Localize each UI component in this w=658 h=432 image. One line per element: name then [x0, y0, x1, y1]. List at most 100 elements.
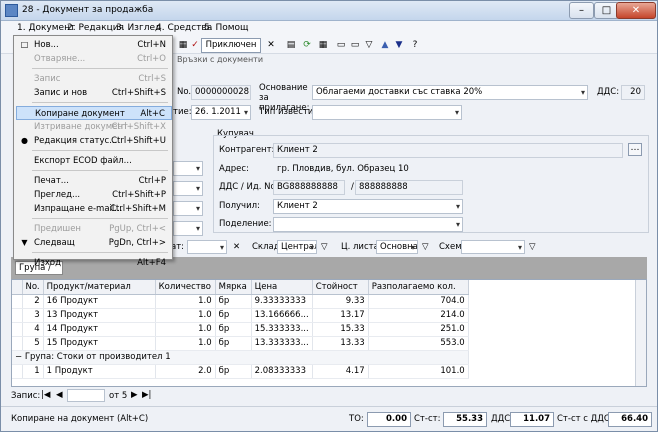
cell-unit[interactable]: бр	[215, 322, 252, 337]
cell-available[interactable]: 704.0	[368, 294, 469, 309]
cell-quantity[interactable]: 1.0	[155, 294, 216, 309]
cell-quantity[interactable]: 1.0	[155, 308, 216, 323]
cell-no[interactable]: 2	[22, 294, 44, 309]
left-combo-3[interactable]	[173, 201, 203, 216]
date-field[interactable]: 26. 1.2011	[191, 105, 251, 120]
table-row[interactable]: 4 14 Продукт 1.0 бр 15.333333... 15.33 251.0	[12, 322, 469, 337]
finished-button[interactable]: Приключен	[201, 38, 261, 53]
cell-quantity[interactable]: 2.0	[155, 364, 216, 379]
grid-scrollbar[interactable]	[635, 280, 646, 386]
menu-item[interactable]: Предишен PgUp, Ctrl+<	[16, 222, 172, 236]
left-combo-4[interactable]	[173, 221, 203, 236]
contractor-browse-button[interactable]: …	[628, 143, 642, 156]
table-row[interactable]: 5 15 Продукт 1.0 бр 13.333333... 13.33 553.0	[12, 336, 469, 351]
menu-item[interactable]: Преглед... Ctrl+Shift+P	[16, 188, 172, 202]
doc-icon[interactable]: ▦	[177, 39, 189, 51]
cell-product[interactable]: 14 Продукт	[43, 322, 156, 337]
table-row[interactable]: 11 Продукт 2.0 бр 2.08333333 4.17 101.0	[12, 364, 469, 379]
last-record-icon[interactable]: ▶|	[142, 390, 151, 400]
cell-quantity[interactable]: 1.0	[155, 322, 216, 337]
arrow-up-icon[interactable]: ▲	[379, 39, 391, 51]
menu-item[interactable]: Експорт ECOD файл...	[16, 154, 172, 168]
col-price[interactable]: Цена	[251, 280, 313, 295]
minimize-button[interactable]: –	[569, 2, 594, 19]
tab-doc-links[interactable]: Връзки с документи	[177, 55, 263, 64]
clear-icon[interactable]: ✕	[233, 242, 240, 252]
at-field[interactable]	[187, 240, 227, 254]
left-combo-1[interactable]	[173, 161, 203, 176]
cell-available[interactable]: 101.0	[368, 364, 469, 379]
division-field[interactable]	[273, 217, 463, 232]
cell-unit[interactable]: бр	[215, 294, 252, 309]
basis-field[interactable]: Облагаеми доставки със ставка 20%	[312, 85, 588, 100]
menu-item[interactable]: ▼ Следващ PgDn, Ctrl+>	[16, 236, 172, 250]
menu-item[interactable]: Запис и нов Ctrl+Shift+S	[16, 86, 172, 100]
cell-unit[interactable]: бр	[215, 336, 252, 351]
notice-type-field[interactable]	[312, 105, 462, 120]
menu-item[interactable]: Изход Alt+F4	[16, 256, 172, 270]
menu-item[interactable]: ● Редакция статус... Ctrl+Shift+U	[16, 134, 172, 148]
cell-product[interactable]: 16 Продукт	[43, 294, 156, 309]
help-icon[interactable]: ?	[409, 39, 421, 51]
cell-price[interactable]: 13.166666...	[251, 308, 313, 323]
col-quantity[interactable]: Количество	[155, 280, 216, 295]
warehouse-filter-icon[interactable]: ▽	[321, 242, 328, 252]
col-value[interactable]: Стойност	[312, 280, 369, 295]
scheme-field[interactable]	[461, 240, 525, 254]
arrow-down-icon[interactable]: ▼	[393, 39, 405, 51]
cell-unit[interactable]: бр	[215, 308, 252, 323]
cell-price[interactable]: 15.333333...	[251, 322, 313, 337]
cell-value[interactable]: 13.33	[312, 336, 369, 351]
warehouse-field[interactable]: Централ	[277, 240, 317, 254]
col-no[interactable]: No.	[22, 280, 44, 295]
left-combo-2[interactable]	[173, 181, 203, 196]
menu-help[interactable]: 5. Помощ	[204, 23, 249, 33]
table-row[interactable]: 3 13 Продукт 1.0 бр 13.166666... 13.17 214.0	[12, 308, 469, 323]
menu-item[interactable]: Запис Ctrl+S	[16, 72, 172, 86]
menu-item[interactable]: Печат... Ctrl+P	[16, 174, 172, 188]
scheme-filter-icon[interactable]: ▽	[529, 242, 536, 252]
cell-quantity[interactable]: 1.0	[155, 336, 216, 351]
cell-unit[interactable]: бр	[215, 364, 252, 379]
first-record-icon[interactable]: |◀	[41, 390, 50, 400]
cell-available[interactable]: 553.0	[368, 336, 469, 351]
cell-product[interactable]: 13 Продукт	[43, 308, 156, 323]
cell-value[interactable]: 13.17	[312, 308, 369, 323]
col-unit[interactable]: Мярка	[215, 280, 252, 295]
cell-no[interactable]: 4	[22, 322, 44, 337]
cell-no[interactable]: 1	[22, 364, 44, 379]
menu-item[interactable]: Отваряне... Ctrl+O	[16, 52, 172, 66]
cell-no[interactable]: 5	[22, 336, 44, 351]
record-number-input[interactable]	[67, 389, 105, 402]
cell-value[interactable]: 15.33	[312, 322, 369, 337]
cell-no[interactable]: 3	[22, 308, 44, 323]
menu-view[interactable]: 3. Изглед	[116, 23, 161, 33]
received-field[interactable]: Клиент 2	[273, 199, 463, 214]
list-icon[interactable]: ▤	[285, 39, 297, 51]
pages-icon[interactable]: ▭	[349, 39, 361, 51]
page-icon[interactable]: ▭	[335, 39, 347, 51]
cell-product[interactable]: 15 Продукт	[43, 336, 156, 351]
next-record-icon[interactable]: ▶	[131, 390, 138, 400]
prev-record-icon[interactable]: ◀	[56, 390, 63, 400]
col-product[interactable]: Продукт/материал	[43, 280, 156, 295]
menu-item[interactable]: Копиране документ Alt+C	[16, 106, 172, 120]
group-row[interactable]: − Група: Стоки от производител 1	[12, 350, 469, 365]
cell-price[interactable]: 13.333333...	[251, 336, 313, 351]
cell-price[interactable]: 9.33333333	[251, 294, 313, 309]
cell-value[interactable]: 9.33	[312, 294, 369, 309]
close-button[interactable]: ✕	[616, 2, 656, 19]
pricelist-filter-icon[interactable]: ▽	[422, 242, 429, 252]
cell-price[interactable]: 2.08333333	[251, 364, 313, 379]
grid-icon[interactable]: ▦	[317, 39, 329, 51]
menu-item[interactable]: Изпращане e-mail... Ctrl+Shift+M	[16, 202, 172, 216]
filter-icon[interactable]: ▽	[363, 39, 375, 51]
menu-item[interactable]: Изтриване документ Ctrl+Shift+X	[16, 120, 172, 134]
cell-available[interactable]: 251.0	[368, 322, 469, 337]
cell-value[interactable]: 4.17	[312, 364, 369, 379]
col-available[interactable]: Разполагаемо кол.	[368, 280, 469, 295]
check-icon[interactable]: ✓	[189, 39, 201, 51]
menu-item[interactable]: □ Нов... Ctrl+N	[16, 38, 172, 52]
cell-product[interactable]: 1 Продукт	[43, 364, 156, 379]
pricelist-field[interactable]: Основна	[376, 240, 418, 254]
